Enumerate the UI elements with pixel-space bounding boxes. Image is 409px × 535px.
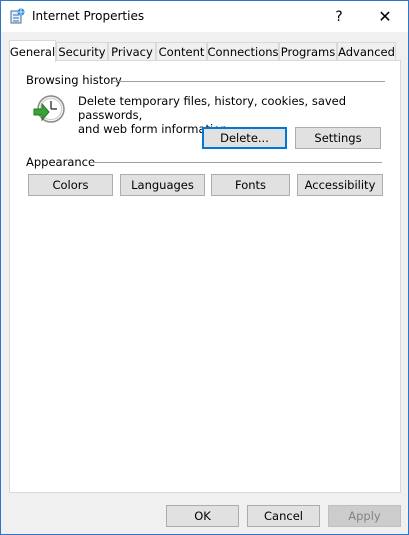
fonts-button[interactable]: Fonts xyxy=(211,174,290,196)
appearance-heading: Appearance xyxy=(26,155,96,169)
tab-programs[interactable]: Programs xyxy=(279,42,337,61)
tab-general[interactable]: General xyxy=(9,40,56,62)
cancel-button[interactable]: Cancel xyxy=(247,505,320,527)
tab-content[interactable]: Content xyxy=(156,42,207,61)
ok-button[interactable]: OK xyxy=(166,505,239,527)
internet-options-icon xyxy=(10,8,25,24)
internet-properties-dialog: Internet Properties ? ✕ General Security… xyxy=(0,0,409,535)
tab-security[interactable]: Security xyxy=(56,42,108,61)
title-bar: Internet Properties ? ✕ xyxy=(1,1,408,32)
settings-button[interactable]: Settings xyxy=(295,127,381,149)
colors-button[interactable]: Colors xyxy=(28,174,113,196)
accessibility-button[interactable]: Accessibility xyxy=(297,174,383,196)
apply-button[interactable]: Apply xyxy=(328,505,401,527)
close-button[interactable]: ✕ xyxy=(362,1,408,32)
help-button[interactable]: ? xyxy=(316,1,362,32)
tab-connections[interactable]: Connections xyxy=(207,42,279,61)
browsing-history-divider xyxy=(112,81,385,82)
browsing-history-heading: Browsing history xyxy=(26,73,122,87)
window-title: Internet Properties xyxy=(32,9,145,23)
description-line-1: Delete temporary files, history, cookies… xyxy=(78,94,347,122)
tab-privacy[interactable]: Privacy xyxy=(108,42,156,61)
languages-button[interactable]: Languages xyxy=(120,174,205,196)
appearance-divider xyxy=(90,162,382,163)
tab-advanced[interactable]: Advanced xyxy=(337,42,396,61)
history-clock-icon xyxy=(33,95,65,123)
delete-button[interactable]: Delete... xyxy=(202,127,287,149)
general-tab-panel: Browsing history Delete temporary files,… xyxy=(9,60,401,493)
